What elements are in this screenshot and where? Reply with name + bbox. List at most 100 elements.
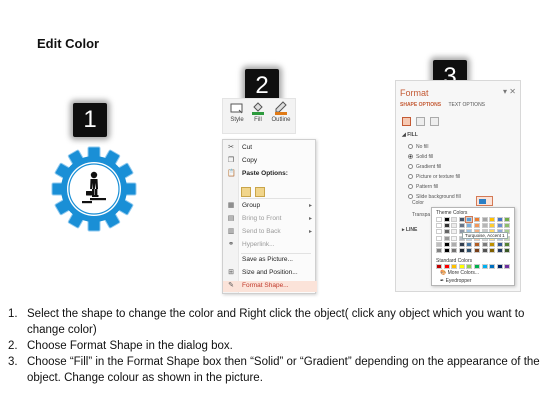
color-swatch[interactable]	[474, 217, 480, 222]
fill-section-header[interactable]: ◢ FILL	[402, 132, 418, 138]
eyedropper-item[interactable]: ✒ Eyedropper	[440, 278, 471, 284]
standard-color-swatch[interactable]	[489, 264, 496, 269]
color-swatch[interactable]	[458, 241, 465, 247]
color-swatch[interactable]	[474, 223, 480, 229]
radio-gradient-fill[interactable]: Gradient fill	[408, 164, 441, 170]
menu-item-size-and-position[interactable]: ⊞ Size and Position...	[223, 268, 317, 279]
more-colors-item[interactable]: 🎨 More Colors...	[440, 270, 479, 276]
menu-item-send-to-back[interactable]: ▥ Send to Back ▸	[223, 227, 317, 238]
color-swatch[interactable]	[451, 241, 458, 247]
radio-no-fill[interactable]: No fill	[408, 144, 429, 150]
color-swatch[interactable]	[436, 217, 442, 222]
color-swatch[interactable]	[436, 248, 442, 253]
color-swatch[interactable]	[504, 223, 511, 229]
color-swatch[interactable]	[496, 223, 503, 229]
gear-shape[interactable]	[50, 145, 138, 233]
radio-dot	[408, 144, 413, 149]
color-swatch[interactable]	[504, 217, 511, 222]
paste-picture-icon[interactable]	[255, 187, 265, 197]
color-swatch[interactable]	[458, 223, 465, 229]
radio-dot	[408, 184, 413, 189]
color-swatch[interactable]	[496, 241, 503, 247]
color-swatch[interactable]	[481, 241, 488, 247]
menu-item-bring-to-front[interactable]: ▤ Bring to Front ▸	[223, 214, 317, 225]
color-swatch[interactable]	[489, 217, 496, 222]
paste-icon: 📋	[227, 170, 236, 177]
style-button[interactable]: Style	[227, 101, 247, 123]
color-swatch[interactable]	[443, 217, 450, 222]
standard-color-swatch[interactable]	[451, 264, 458, 269]
instruction-step-3: 3. Choose “Fill” in the Format Shape box…	[8, 354, 556, 386]
color-swatch[interactable]	[451, 229, 458, 235]
color-swatch[interactable]	[443, 248, 450, 253]
color-swatch[interactable]	[451, 223, 458, 229]
tab-shape-options[interactable]: SHAPE OPTIONS	[400, 102, 441, 108]
step-number: 1.	[8, 308, 18, 320]
menu-item-format-shape[interactable]: ✎ Format Shape...	[223, 281, 317, 292]
color-swatch[interactable]	[443, 223, 450, 229]
menu-item-label: Group	[242, 202, 261, 209]
color-swatch[interactable]	[458, 217, 465, 222]
color-swatch[interactable]	[466, 248, 473, 253]
menu-item-group[interactable]: ▦ Group ▸	[223, 201, 317, 212]
color-swatch[interactable]	[458, 248, 465, 253]
standard-color-swatch[interactable]	[474, 264, 480, 269]
standard-color-swatch[interactable]	[443, 264, 450, 269]
menu-item-hyperlink[interactable]: ⚭ Hyperlink...	[223, 240, 317, 251]
color-swatch[interactable]	[504, 241, 511, 247]
outline-button[interactable]: Outline	[271, 101, 291, 123]
color-swatch[interactable]	[436, 223, 442, 229]
menu-item-copy[interactable]: ❐ Copy	[223, 156, 317, 167]
standard-color-swatch[interactable]	[504, 264, 511, 269]
color-swatch[interactable]	[481, 217, 488, 222]
color-swatch[interactable]	[481, 223, 488, 229]
color-swatch[interactable]	[436, 241, 442, 247]
close-icon[interactable]: ▾ ✕	[503, 87, 516, 96]
size-properties-icon[interactable]	[430, 117, 439, 126]
color-swatch[interactable]	[481, 248, 488, 253]
fill-button[interactable]: Fill	[248, 101, 268, 123]
radio-picture-fill[interactable]: Picture or texture fill	[408, 174, 460, 180]
color-swatch[interactable]	[489, 223, 496, 229]
radio-dot	[408, 164, 413, 169]
color-swatch[interactable]	[436, 235, 442, 241]
color-swatch[interactable]	[496, 248, 503, 253]
color-swatch	[479, 199, 486, 204]
color-swatch[interactable]	[504, 248, 511, 253]
color-swatch[interactable]	[496, 217, 503, 222]
paste-use-destination-icon[interactable]	[241, 187, 251, 197]
color-swatch[interactable]	[489, 241, 496, 247]
submenu-arrow-icon: ▸	[308, 229, 312, 235]
menu-separator	[241, 253, 311, 254]
color-swatch[interactable]	[474, 248, 480, 253]
color-swatch[interactable]	[466, 241, 473, 247]
color-swatch[interactable]	[451, 248, 458, 253]
line-section-header[interactable]: ▸ LINE	[402, 227, 417, 233]
color-swatch[interactable]	[443, 229, 450, 235]
color-swatch[interactable]	[443, 241, 450, 247]
color-swatch[interactable]	[436, 229, 442, 235]
fill-line-icon[interactable]	[402, 117, 411, 126]
standard-color-swatch[interactable]	[458, 264, 465, 269]
color-swatch[interactable]	[451, 235, 458, 241]
color-swatch[interactable]	[466, 223, 473, 229]
menu-item-cut[interactable]: ✂ Cut	[223, 143, 317, 154]
effects-icon[interactable]	[416, 117, 425, 126]
fill-label: Fill	[254, 117, 262, 123]
standard-color-swatch[interactable]	[481, 264, 488, 269]
standard-color-swatch[interactable]	[436, 264, 442, 269]
radio-solid-fill[interactable]: Solid fill	[408, 154, 433, 160]
color-swatch[interactable]	[465, 216, 474, 223]
color-swatch[interactable]	[443, 235, 450, 241]
menu-item-save-as-picture[interactable]: Save as Picture...	[223, 255, 317, 266]
color-swatch[interactable]	[474, 241, 480, 247]
fill-color-button[interactable]	[476, 196, 493, 206]
color-swatch[interactable]	[489, 248, 496, 253]
radio-pattern-fill[interactable]: Pattern fill	[408, 184, 438, 190]
copy-icon: ❐	[227, 157, 235, 164]
standard-color-swatch[interactable]	[466, 264, 473, 269]
step-text: Choose “Fill” in the Format Shape box th…	[27, 356, 540, 384]
tab-text-options[interactable]: TEXT OPTIONS	[448, 102, 485, 108]
color-swatch[interactable]	[451, 217, 458, 222]
standard-color-swatch[interactable]	[496, 264, 503, 269]
